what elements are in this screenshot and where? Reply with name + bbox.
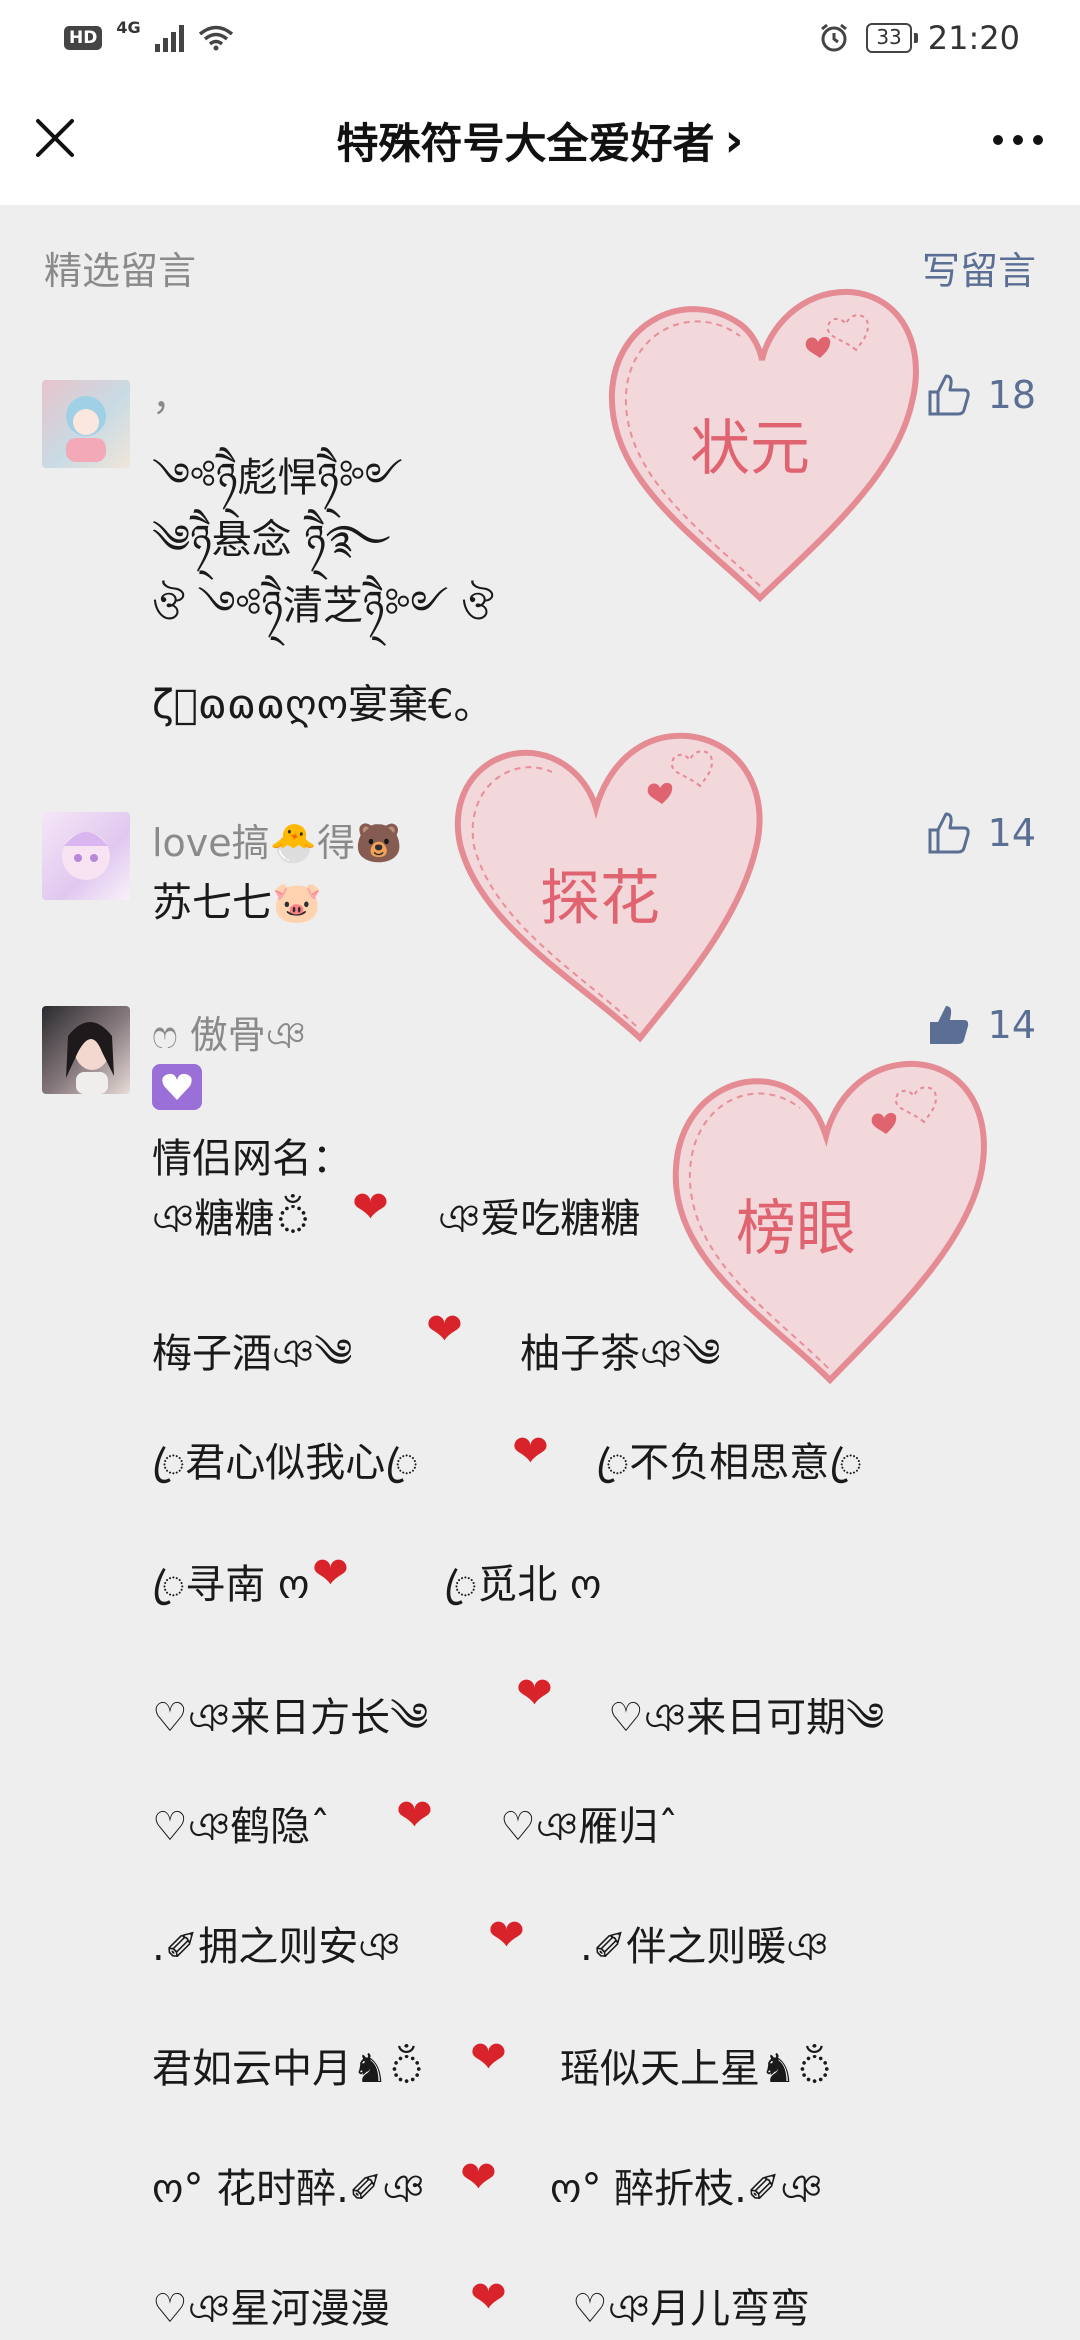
status-left: HD 4G xyxy=(64,18,234,52)
battery-indicator: 33 xyxy=(866,22,919,53)
like-button[interactable]: 14 xyxy=(926,810,1036,856)
couple-name-pair: ꦿ君心似我心ꦿ ❤ꦿ不负相思意ꦿ xyxy=(152,1426,1052,1490)
couple-name-pair: .✐拥之则安ঞ ❤ .✐伴之则暖ঞ xyxy=(152,1910,1052,1974)
couple-name-right: 瑶似天上星♞ঁ xyxy=(560,2046,834,2092)
signal-icon xyxy=(154,24,184,52)
page-title[interactable]: 特殊符号大全爱好者 › xyxy=(337,110,744,171)
avatar[interactable] xyxy=(42,1006,130,1094)
status-bar: HD 4G 33 21:20 xyxy=(0,0,1080,75)
red-heart-icon: ❤ xyxy=(426,1304,463,1355)
couple-name-left: ო° 花时醉.✐ঞ xyxy=(152,2166,425,2212)
like-count: 14 xyxy=(987,1003,1036,1047)
couple-name-pair: ♡ঞ鹤隐ˆ ❤ ♡ঞ雁归ˆ xyxy=(152,1790,1052,1854)
red-heart-icon: ❤ xyxy=(352,1182,389,1233)
red-heart-icon: ❤ xyxy=(516,1668,553,1719)
clock: 21:20 xyxy=(927,18,1020,57)
couple-name-pair: ꦿ寻南 ო ❤ꦿ觅北 ო xyxy=(152,1548,1052,1612)
red-heart-icon: ❤ xyxy=(488,1910,525,1961)
write-comment-button[interactable]: 写留言 xyxy=(922,240,1036,295)
couple-name-pair: ♡ঞ来日方长༄ ❤ ♡ঞ来日可期༄ xyxy=(152,1668,1052,1741)
thumbs-up-icon xyxy=(928,812,970,854)
red-heart-icon: ❤ xyxy=(312,1548,349,1599)
heart-stamp-first: 状元 xyxy=(590,280,930,610)
couple-name-right: ♡ঞ来日可期༄ xyxy=(608,1695,885,1741)
hd-badge: HD xyxy=(64,25,103,50)
comment-text-line: ঔ ༺ཉ྄ཻ清芝ཉ྄ཻ༻ ঔ xyxy=(152,583,494,629)
status-right: 33 21:20 xyxy=(818,19,1020,57)
page-title-text: 特殊符号大全爱好者 xyxy=(336,118,715,168)
close-icon[interactable] xyxy=(30,113,80,163)
heart-stamp-third: 榜眼 xyxy=(650,1050,1000,1390)
couple-name-pair: ♡ঞ星河漫漫 ❤ ♡ঞ月儿弯弯 xyxy=(152,2272,1052,2336)
couple-name-pair: 君如云中月♞ঁ ❤ 瑶似天上星♞ঁ xyxy=(152,2032,1052,2096)
nav-bar: 特殊符号大全爱好者 › xyxy=(0,75,1080,205)
red-heart-icon: ❤ xyxy=(470,2272,507,2323)
heart-stamp-second: 探花 xyxy=(440,720,780,1050)
avatar-illustration xyxy=(66,396,106,462)
like-count: 14 xyxy=(987,811,1036,855)
featured-comments-label: 精选留言 xyxy=(44,249,197,293)
more-icon[interactable] xyxy=(990,125,1046,155)
stamp-text: 榜眼 xyxy=(736,1194,856,1264)
couple-name-left: ♡ঞ鹤隐ˆ xyxy=(152,1804,331,1850)
couple-name-right: ო° 醉折枝.✐ঞ xyxy=(550,2166,823,2212)
couple-name-right: ঞ爱吃糖糖 xyxy=(438,1196,641,1242)
comment-text-line: 苏七七🐷 xyxy=(152,880,322,926)
like-button[interactable]: 18 xyxy=(926,372,1036,418)
avatar[interactable] xyxy=(42,380,130,468)
stamp-text: 探花 xyxy=(540,864,660,934)
couple-name-left: 君如云中月♞ঁ xyxy=(152,2046,426,2092)
couple-name-left: ꦿ君心似我心ꦿ xyxy=(152,1440,419,1486)
red-heart-icon: ❤ xyxy=(512,1426,549,1477)
stamp-text: 状元 xyxy=(690,414,810,484)
couple-name-left: 梅子酒ঞ༄ xyxy=(152,1331,353,1377)
purple-heart-icon xyxy=(152,1064,202,1110)
avatar-illustration xyxy=(66,1022,114,1094)
couple-name-right: ♡ঞ月儿弯弯 xyxy=(572,2286,811,2332)
comment-nickname: ෆ 傲骨ঞ xyxy=(152,1013,306,1057)
avatar[interactable] xyxy=(42,812,130,900)
couple-name-left: ঞ糖糖ঁ xyxy=(152,1196,312,1242)
like-button[interactable]: 14 xyxy=(926,1002,1036,1048)
alarm-icon xyxy=(821,23,848,51)
thumbs-up-icon xyxy=(928,374,970,416)
couple-name-pair: ო° 花时醉.✐ঞ ❤ ო° 醉折枝.✐ঞ xyxy=(152,2152,1052,2216)
couple-name-right: ꦿ觅北 ო xyxy=(444,1562,602,1608)
red-heart-icon: ❤ xyxy=(460,2152,497,2203)
thumbs-up-filled-icon xyxy=(929,1006,968,1044)
comment-intro: 情侣网名： xyxy=(152,1136,352,1182)
comment-nickname: ， xyxy=(152,375,191,419)
comment-nickname: love搞🐣得🐻 xyxy=(152,821,403,865)
network-type: 4G xyxy=(116,18,141,37)
red-heart-icon: ❤ xyxy=(470,2032,507,2083)
chevron-right-icon: › xyxy=(724,113,744,167)
couple-name-right: ♡ঞ雁归ˆ xyxy=(500,1804,679,1850)
couple-name-left: ♡ঞ星河漫漫 xyxy=(152,2286,391,2332)
avatar-illustration xyxy=(62,832,110,880)
couple-name-left: ♡ঞ来日方长༄ xyxy=(152,1695,429,1741)
wifi-icon xyxy=(198,25,233,50)
couple-name-left: .✐拥之则安ঞ xyxy=(152,1924,401,1970)
like-count: 18 xyxy=(987,373,1036,417)
couple-name-right: ꦿ不负相思意ꦿ xyxy=(596,1440,863,1486)
couple-name-right: .✐伴之则暖ঞ xyxy=(580,1924,829,1970)
red-heart-icon: ❤ xyxy=(396,1790,433,1841)
couple-name-left: ꦿ寻南 ო xyxy=(152,1562,310,1608)
